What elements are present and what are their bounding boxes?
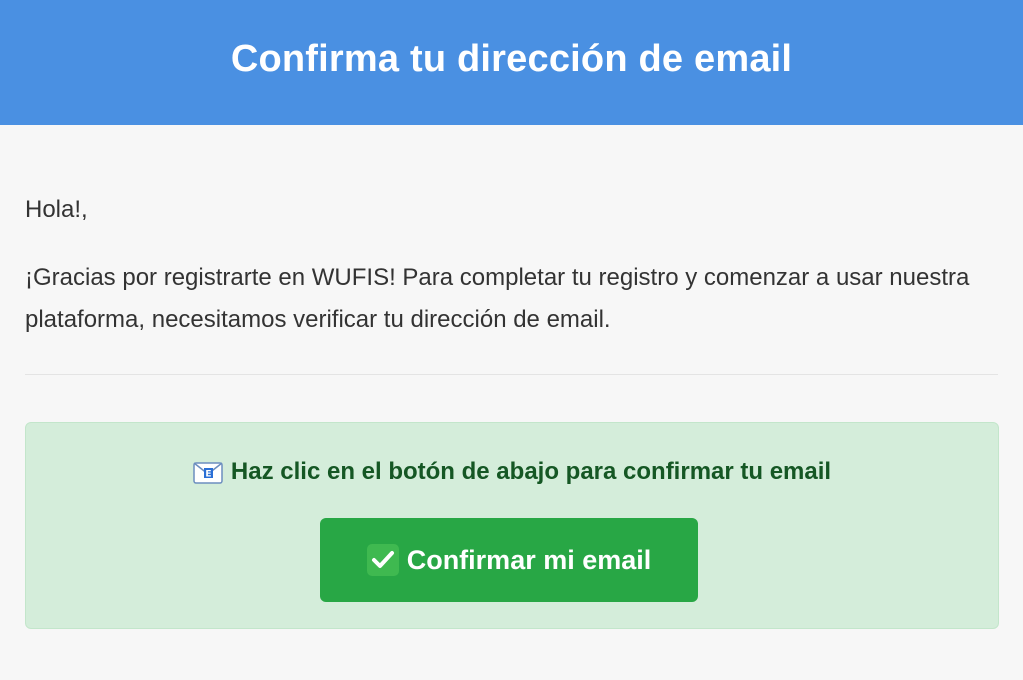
- divider: [25, 374, 998, 375]
- email-header: Confirma tu dirección de email: [0, 0, 1023, 125]
- cta-instruction: E Haz clic en el botón de abajo para con…: [193, 458, 831, 486]
- intro-paragraph: ¡Gracias por registrarte en WUFIS! Para …: [25, 264, 970, 333]
- greeting-text: Hola!,: [25, 196, 88, 223]
- check-icon: [366, 544, 399, 576]
- email-body: Hola!, ¡Gracias por registrarte en WUFIS…: [0, 196, 1023, 629]
- confirm-button-label: Confirmar mi email: [406, 544, 652, 575]
- cta-instruction-label: Haz clic en el botón de abajo para confi…: [230, 458, 832, 485]
- confirm-callout: E Haz clic en el botón de abajo para con…: [25, 422, 999, 629]
- page-title: Confirma tu dirección de email: [230, 38, 793, 80]
- confirm-email-button[interactable]: Confirmar mi email: [320, 518, 698, 602]
- svg-text:E: E: [205, 470, 211, 480]
- envelope-icon: E: [193, 462, 223, 484]
